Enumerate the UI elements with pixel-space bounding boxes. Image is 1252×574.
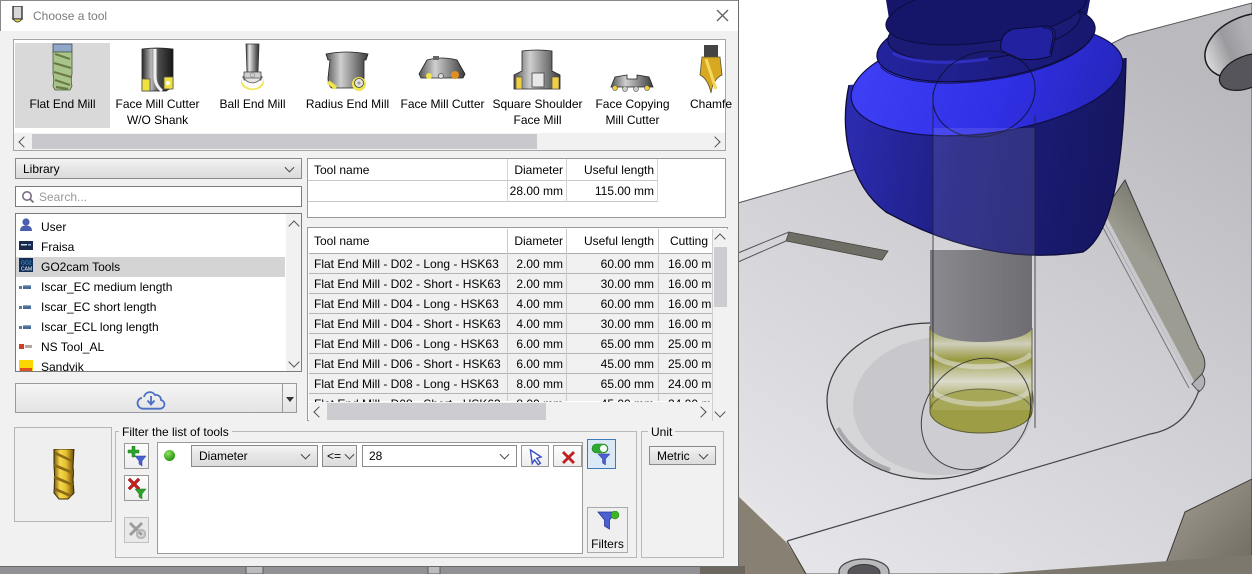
svg-text:CAM: CAM	[21, 267, 32, 273]
